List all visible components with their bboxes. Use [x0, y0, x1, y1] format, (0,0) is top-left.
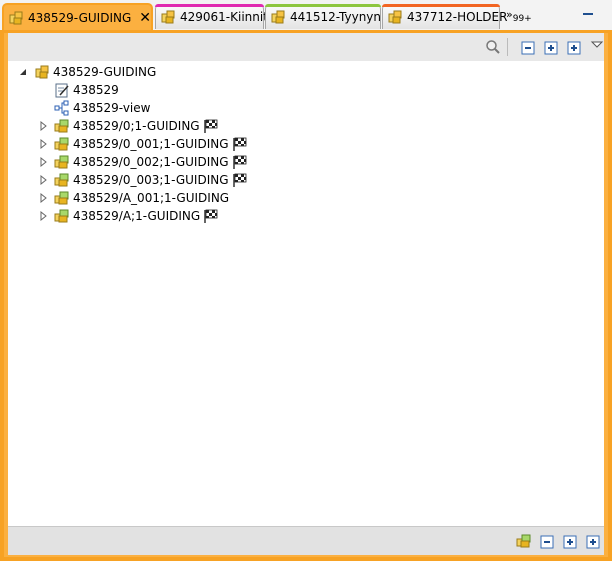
- tab-438529-guiding[interactable]: 438529-GUIDING ✕: [2, 3, 153, 31]
- collapsed-triangle-icon[interactable]: [38, 121, 48, 131]
- tab-label: 437712-HOLDER: [407, 10, 508, 24]
- checkered-flag-icon: [204, 209, 218, 223]
- tree-node-label: 438529/A;1-GUIDING: [73, 209, 201, 223]
- minimize-editor-icon[interactable]: [580, 6, 596, 22]
- structure-view-icon: [54, 100, 69, 116]
- tab-color-stripe: [265, 4, 381, 7]
- tab-label: 438529-GUIDING: [28, 11, 132, 25]
- tree-node-label: 438529/0_001;1-GUIDING: [73, 137, 229, 151]
- checkered-flag-icon: [203, 119, 218, 133]
- expand-all-icon[interactable]: [585, 534, 601, 550]
- tree-item[interactable]: 438529/A_001;1-GUIDING: [38, 189, 229, 207]
- tree-node-label: 438529: [73, 83, 119, 97]
- expand-icon[interactable]: [543, 40, 559, 56]
- package-icon: [271, 10, 285, 24]
- tab-429061-kiinnity[interactable]: 429061-Kiinnity: [155, 4, 275, 29]
- editor-panel: 438529-GUIDING 438529 438529-view 438529…: [0, 30, 612, 561]
- assembly-icon: [54, 137, 69, 151]
- tree-view: 438529-GUIDING 438529 438529-view 438529…: [8, 61, 604, 527]
- tree-item[interactable]: 438529-view: [38, 99, 150, 117]
- collapsed-triangle-icon[interactable]: [38, 139, 48, 149]
- expanded-triangle-icon[interactable]: [18, 67, 28, 77]
- collapsed-triangle-icon[interactable]: [38, 211, 48, 221]
- project-explorer-view: 438529-GUIDING 438529 438529-view 438529…: [8, 33, 604, 555]
- document-edit-icon: [55, 83, 69, 98]
- tree-node-label: 438529-view: [73, 101, 151, 115]
- tab-color-stripe: [155, 4, 264, 7]
- assembly-icon: [54, 191, 69, 205]
- toolbar-separator: [507, 38, 508, 56]
- overflow-chevron-icon: »: [506, 8, 513, 21]
- tree-item[interactable]: 438529/0_003;1-GUIDING: [38, 171, 248, 189]
- collapse-all-icon[interactable]: [539, 534, 555, 550]
- overflow-count: 99+: [512, 14, 532, 25]
- tree-item[interactable]: 438529/A;1-GUIDING: [38, 207, 219, 225]
- checkered-flag-icon: [232, 173, 246, 187]
- view-bottom-toolbar: [8, 526, 604, 555]
- tab-label: 429061-Kiinnity: [180, 10, 276, 24]
- tree-item[interactable]: 438529/0_002;1-GUIDING: [38, 153, 248, 171]
- add-assembly-icon[interactable]: [516, 533, 532, 549]
- package-icon: [35, 65, 49, 79]
- tree-node-label: 438529/A_001;1-GUIDING: [73, 191, 230, 205]
- tab-437712-holder[interactable]: 437712-HOLDER: [382, 4, 507, 29]
- package-icon: [388, 10, 402, 24]
- tree-item[interactable]: 438529/0;1-GUIDING: [38, 117, 219, 135]
- close-icon[interactable]: ✕: [139, 11, 151, 25]
- tab-overflow-button[interactable]: »99+: [506, 8, 532, 24]
- view-menu-icon[interactable]: [589, 37, 605, 53]
- assembly-icon: [54, 155, 69, 169]
- package-icon: [161, 10, 175, 24]
- collapsed-triangle-icon[interactable]: [38, 193, 48, 203]
- tree-node-label: 438529-GUIDING: [53, 65, 157, 79]
- tree-item[interactable]: 438529/0_001;1-GUIDING: [38, 135, 248, 153]
- tree-root-node[interactable]: 438529-GUIDING: [18, 63, 156, 81]
- search-icon[interactable]: [485, 39, 501, 55]
- tree-node-label: 438529/0_003;1-GUIDING: [73, 173, 229, 187]
- tree-item[interactable]: 438529: [38, 81, 119, 99]
- collapsed-triangle-icon[interactable]: [38, 157, 48, 167]
- assembly-icon: [54, 173, 69, 187]
- expand-icon[interactable]: [562, 534, 578, 550]
- tab-color-stripe: [382, 4, 500, 7]
- tab-441512-tyynynki[interactable]: 441512-Tyynynki: [265, 4, 391, 29]
- tab-label: 441512-Tyynynki: [290, 10, 392, 24]
- expand-all-icon[interactable]: [566, 40, 582, 56]
- assembly-icon: [54, 209, 69, 223]
- assembly-icon: [54, 119, 69, 133]
- collapse-all-icon[interactable]: [520, 40, 536, 56]
- checkered-flag-icon: [232, 155, 246, 169]
- tree-node-label: 438529/0;1-GUIDING: [73, 119, 200, 133]
- tree-node-label: 438529/0_002;1-GUIDING: [73, 155, 229, 169]
- collapsed-triangle-icon[interactable]: [38, 175, 48, 185]
- editor-tab-bar: 438529-GUIDING ✕ 429061-Kiinnity 441512-…: [0, 0, 612, 31]
- view-toolbar: [8, 33, 604, 61]
- package-icon: [9, 11, 23, 25]
- checkered-flag-icon: [232, 137, 246, 151]
